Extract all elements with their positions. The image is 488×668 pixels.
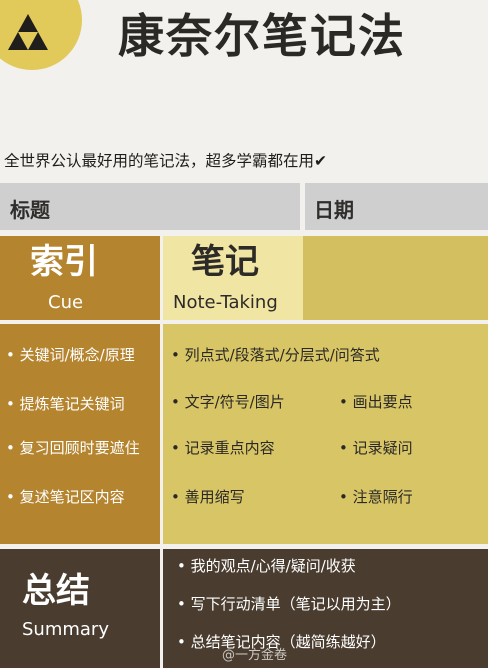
page-title: 康奈尔笔记法 xyxy=(118,9,406,63)
notes-item: • 记录重点内容 xyxy=(171,439,275,457)
cue-title: 索引 xyxy=(30,242,98,282)
notes-item: • 画出要点 xyxy=(339,393,413,411)
summary-title: 总结 xyxy=(22,571,90,611)
notes-item: • 记录疑问 xyxy=(339,439,413,457)
watermark: @一方金卷 xyxy=(222,648,288,663)
notes-item: • 注意隔行 xyxy=(339,488,413,506)
notes-header-label-box: 笔记 Note-Taking xyxy=(163,236,303,320)
notes-section: • 列点式/段落式/分层式/问答式 • 文字/符号/图片 • 画出要点 • 记录… xyxy=(163,324,488,544)
triforce-logo-icon xyxy=(8,14,48,50)
cue-subtitle: Cue xyxy=(48,292,84,313)
subtitle: 全世界公认最好用的笔记法，超多学霸都在用✔ xyxy=(4,152,327,170)
notes-item: • 列点式/段落式/分层式/问答式 xyxy=(171,346,380,364)
notes-header: 笔记 Note-Taking xyxy=(163,236,488,320)
title-bar-label: 标题 xyxy=(10,198,50,222)
cue-section: • 关键词/概念/原理 • 提炼笔记关键词 • 复习回顾时要遮住 • 复述笔记区… xyxy=(0,324,160,544)
date-bar-label: 日期 xyxy=(314,198,354,222)
summary-item: • 写下行动清单（笔记以用为主） xyxy=(177,595,401,613)
summary-subtitle: Summary xyxy=(22,619,109,640)
cue-item: • 提炼笔记关键词 xyxy=(6,395,125,413)
title-bar: 标题 xyxy=(0,183,300,230)
header: 康奈尔笔记法 xyxy=(0,0,488,75)
notes-subtitle: Note-Taking xyxy=(173,292,278,313)
notes-item: • 善用缩写 xyxy=(171,488,245,506)
cue-item: • 复述笔记区内容 xyxy=(6,488,125,506)
notes-title: 笔记 xyxy=(191,242,259,282)
summary-header: 总结 Summary xyxy=(0,549,160,668)
notes-item: • 文字/符号/图片 xyxy=(171,393,285,411)
cue-item: • 复习回顾时要遮住 xyxy=(6,439,140,457)
date-bar: 日期 xyxy=(305,183,488,230)
cue-header: 索引 Cue xyxy=(0,236,160,320)
summary-section: • 我的观点/心得/疑问/收获 • 写下行动清单（笔记以用为主） • 总结笔记内… xyxy=(163,549,488,668)
summary-item: • 我的观点/心得/疑问/收获 xyxy=(177,557,356,575)
cue-item: • 关键词/概念/原理 xyxy=(6,346,135,364)
